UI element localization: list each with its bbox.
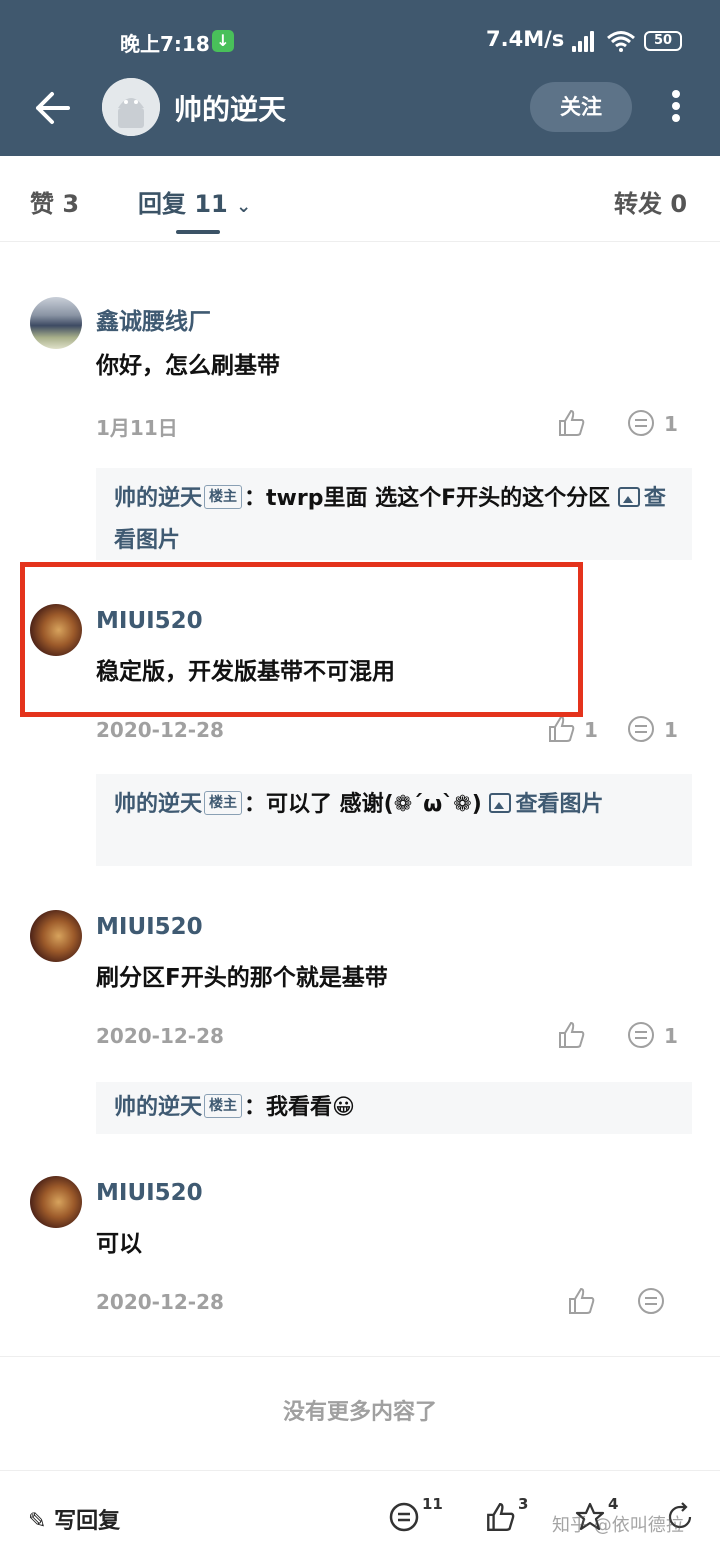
op-badge: 楼主 <box>204 1094 243 1118</box>
avatar[interactable] <box>30 297 82 349</box>
follow-button[interactable]: 关注 <box>530 82 632 132</box>
comment-icon[interactable] <box>626 714 656 744</box>
reply-count: 1 <box>664 718 678 742</box>
bottom-action-bar: ✎ 写回复 11 3 4 知乎 @依叫德拉 <box>0 1470 720 1560</box>
avatar[interactable] <box>102 78 160 136</box>
tab-replies-label: 回复 11 <box>138 190 228 218</box>
comment-content: 可以 <box>96 1231 142 1257</box>
comment-date: 2020-12-28 <box>96 1290 224 1314</box>
comment-icon[interactable] <box>388 1501 420 1533</box>
active-tab-indicator <box>176 230 220 234</box>
like-icon[interactable] <box>484 1501 516 1533</box>
like-icon[interactable] <box>556 408 586 438</box>
watermark: 知乎 @依叫德拉 <box>552 1515 684 1536</box>
like-icon[interactable] <box>556 1020 586 1050</box>
op-badge: 楼主 <box>204 485 243 509</box>
reply-author[interactable]: 帅的逆天 <box>114 1095 202 1120</box>
reply-text: ：我看看😀 <box>244 1095 355 1120</box>
like-icon[interactable] <box>566 1286 596 1316</box>
page-title: 帅的逆天 <box>174 93 287 126</box>
android-robot-icon <box>102 78 160 136</box>
back-arrow-icon[interactable] <box>32 88 72 128</box>
download-icon: ↓ <box>212 30 234 52</box>
comment-author[interactable]: MIUI520 <box>96 914 203 940</box>
image-icon <box>489 793 512 813</box>
comment-author[interactable]: 鑫诚腰线厂 <box>96 302 211 336</box>
top-app-bar: 晚上7:18 ↓ 7.4M/s 50 帅的逆天 关注 <box>0 0 720 156</box>
status-bar: 晚上7:18 ↓ 7.4M/s 50 <box>0 0 720 80</box>
battery-icon: 50 <box>644 31 682 51</box>
reply-author[interactable]: 帅的逆天 <box>114 486 202 511</box>
reply-count: 1 <box>664 412 678 436</box>
comment-date: 2020-12-28 <box>96 1024 224 1048</box>
avatar[interactable] <box>30 1176 82 1228</box>
tab-forwards[interactable]: 转发 0 <box>614 184 687 219</box>
wifi-icon <box>607 31 635 52</box>
end-of-list-text: 没有更多内容了 <box>0 1356 720 1468</box>
chevron-down-icon: ⌄ <box>236 196 252 217</box>
reply-text: ：twrp里面 选这个F开头的这个分区 <box>244 486 611 511</box>
comment-icon[interactable] <box>636 1286 666 1316</box>
comment-count: 11 <box>422 1495 443 1513</box>
reply-count: 1 <box>664 1024 678 1048</box>
highlight-box <box>20 562 583 717</box>
tab-likes[interactable]: 赞 3 <box>30 184 79 219</box>
network-speed: 7.4M/s <box>486 27 565 51</box>
status-time: 晚上7:18 <box>120 32 210 56</box>
comment-date: 1月11日 <box>96 416 178 440</box>
comment-content: 你好，怎么刷基带 <box>96 353 280 379</box>
like-icon[interactable] <box>546 714 576 744</box>
pencil-icon: ✎ <box>28 1509 55 1534</box>
image-icon <box>617 487 640 507</box>
like-count: 3 <box>518 1495 529 1513</box>
tab-bar: 赞 3 回复 11 ⌄ 转发 0 <box>0 156 720 242</box>
reply-preview[interactable]: 帅的逆天 楼主 ：可以了 感谢(❁´ω`❁) 查看图片 <box>96 774 692 866</box>
view-image-link[interactable]: 查看图片 <box>489 792 603 817</box>
like-count: 1 <box>584 718 598 742</box>
reply-preview[interactable]: 帅的逆天 楼主 ：twrp里面 选这个F开头的这个分区 查看图片 <box>96 468 692 560</box>
comment-content: 刷分区F开头的那个就是基带 <box>96 965 388 991</box>
comment-icon[interactable] <box>626 408 656 438</box>
avatar[interactable] <box>30 910 82 962</box>
comment-icon[interactable] <box>626 1020 656 1050</box>
more-menu-icon[interactable] <box>668 90 684 126</box>
reply-text: ：可以了 感谢(❁´ω`❁) <box>244 792 482 817</box>
write-reply-button[interactable]: ✎ 写回复 <box>28 1503 120 1535</box>
comment-date: 2020-12-28 <box>96 718 224 742</box>
comment-author[interactable]: MIUI520 <box>96 1180 203 1206</box>
reply-author[interactable]: 帅的逆天 <box>114 792 202 817</box>
signal-icon <box>572 30 598 52</box>
tab-replies[interactable]: 回复 11 ⌄ <box>138 184 251 219</box>
reply-preview[interactable]: 帅的逆天 楼主 ：我看看😀 <box>96 1082 692 1134</box>
op-badge: 楼主 <box>204 791 243 815</box>
